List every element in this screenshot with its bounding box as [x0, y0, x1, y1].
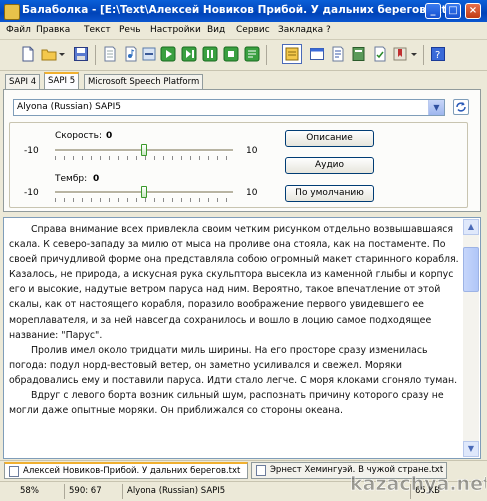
- document-tabs: Алексей Новиков-Прибой. У дальних берего…: [0, 460, 487, 481]
- chevron-down-icon[interactable]: ▼: [428, 100, 444, 115]
- document-icon[interactable]: [102, 46, 118, 62]
- tab-sapi5[interactable]: SAPI 5: [44, 72, 80, 90]
- refresh-voices-icon[interactable]: [453, 99, 469, 115]
- app-icon: [4, 4, 20, 20]
- minimize-button[interactable]: _: [425, 3, 441, 19]
- file-size-status: 65 KB: [410, 484, 440, 499]
- chevron-down-icon[interactable]: [410, 46, 418, 62]
- paragraph: Справа внимание всех привлекла своим чет…: [9, 224, 459, 341]
- menu-settings[interactable]: Настройки: [150, 25, 201, 35]
- toolbar-separator: [266, 45, 267, 65]
- cursor-position-status: 590: 67: [64, 484, 102, 499]
- open-folder-icon[interactable]: [41, 46, 57, 62]
- audio-file-icon[interactable]: [123, 46, 139, 62]
- speed-slider-thumb[interactable]: [141, 144, 147, 156]
- text-editor[interactable]: Справа внимание всех привлекла своим чет…: [3, 217, 481, 459]
- voice-engine-tabs: SAPI 4 SAPI 5 Microsoft Speech Platform: [0, 72, 487, 90]
- paragraph: Вдруг с левого борта возник сильный шум,…: [9, 390, 444, 417]
- stop-icon[interactable]: [223, 46, 239, 62]
- menu-text[interactable]: Текст: [84, 25, 111, 35]
- convert-icon[interactable]: [141, 46, 157, 62]
- tab-document-2[interactable]: Эрнест Хемингуэй. В чужой стране.txt: [251, 462, 447, 479]
- menu-tools[interactable]: Сервис: [236, 25, 270, 35]
- voice-select[interactable]: Alyona (Russian) SAPI5 ▼: [13, 99, 445, 116]
- speed-value: 0: [106, 131, 113, 141]
- pitch-slider-ticks: [55, 198, 233, 202]
- title-bar: Балаболка - [E:\Text\Алексей Новиков При…: [0, 0, 487, 22]
- tab-label: Алексей Новиков-Прибой. У дальних берего…: [23, 466, 241, 476]
- play-icon[interactable]: [160, 46, 176, 62]
- chevron-down-icon[interactable]: [58, 46, 66, 62]
- window-title: Балаболка - [E:\Text\Алексей Новиков При…: [22, 4, 452, 16]
- vertical-scrollbar[interactable]: ▲ ▼: [463, 219, 479, 457]
- menu-help[interactable]: ?: [326, 25, 331, 35]
- menu-view[interactable]: Вид: [207, 25, 225, 35]
- pitch-slider-thumb[interactable]: [141, 186, 147, 198]
- scroll-down-icon[interactable]: ▼: [463, 441, 479, 457]
- pitch-value: 0: [93, 174, 100, 184]
- tab-label: Эрнест Хемингуэй. В чужой стране.txt: [270, 465, 444, 475]
- pitch-max-label: 10: [246, 188, 258, 198]
- speed-label: Скорость:: [55, 131, 102, 141]
- description-button[interactable]: Описание: [285, 130, 374, 147]
- save-icon[interactable]: [73, 46, 89, 62]
- zoom-status: 58%: [20, 486, 39, 496]
- toolbar: ?: [0, 40, 487, 71]
- text-file-icon: [9, 466, 19, 477]
- close-button[interactable]: ×: [465, 3, 481, 19]
- pause-icon[interactable]: [202, 46, 218, 62]
- menu-bookmark[interactable]: Закладка: [278, 25, 323, 35]
- status-bar: 58% 590: 67 Alyona (Russian) SAPI5 65 KB: [0, 481, 487, 501]
- toolbar-separator: [95, 45, 96, 65]
- speed-max-label: 10: [246, 146, 258, 156]
- dictionary-icon[interactable]: [351, 46, 367, 62]
- speak-clipboard-icon[interactable]: [244, 46, 260, 62]
- maximize-button[interactable]: □: [445, 3, 461, 19]
- text-format-icon[interactable]: [330, 46, 346, 62]
- pitch-label: Тембр:: [55, 174, 88, 184]
- play-selection-icon[interactable]: [181, 46, 197, 62]
- voice-panel-toggle-icon[interactable]: [282, 44, 302, 64]
- pitch-min-label: -10: [24, 188, 39, 198]
- svg-text:?: ?: [435, 50, 440, 61]
- spellcheck-icon[interactable]: [372, 46, 388, 62]
- document-text: Справа внимание всех привлекла своим чет…: [9, 222, 459, 418]
- new-document-icon[interactable]: [20, 46, 36, 62]
- menu-edit[interactable]: Правка: [36, 25, 70, 35]
- default-button[interactable]: По умолчанию: [285, 185, 374, 202]
- tab-document-1[interactable]: Алексей Новиков-Прибой. У дальних берего…: [4, 462, 248, 479]
- audio-button[interactable]: Аудио: [285, 157, 374, 174]
- scroll-up-icon[interactable]: ▲: [463, 219, 479, 235]
- speed-min-label: -10: [24, 146, 39, 156]
- voice-status: Alyona (Russian) SAPI5: [122, 484, 225, 499]
- text-file-icon: [256, 465, 266, 476]
- paragraph: Пролив имел около тридцати миль ширины. …: [9, 344, 458, 386]
- tab-sapi4[interactable]: SAPI 4: [5, 74, 41, 89]
- speed-slider-ticks: [55, 156, 233, 160]
- tab-microsoft-speech-platform[interactable]: Microsoft Speech Platform: [84, 74, 204, 89]
- menu-bar: Файл Правка Текст Речь Настройки Вид Сер…: [0, 22, 487, 40]
- voice-select-value: Alyona (Russian) SAPI5: [17, 102, 121, 112]
- scrollbar-thumb[interactable]: [463, 247, 479, 292]
- menu-speech[interactable]: Речь: [119, 25, 141, 35]
- menu-file[interactable]: Файл: [6, 25, 31, 35]
- window-layout-icon[interactable]: [309, 46, 325, 62]
- help-icon[interactable]: ?: [430, 46, 446, 62]
- bookmark-icon[interactable]: [392, 46, 408, 62]
- toolbar-separator: [423, 45, 424, 65]
